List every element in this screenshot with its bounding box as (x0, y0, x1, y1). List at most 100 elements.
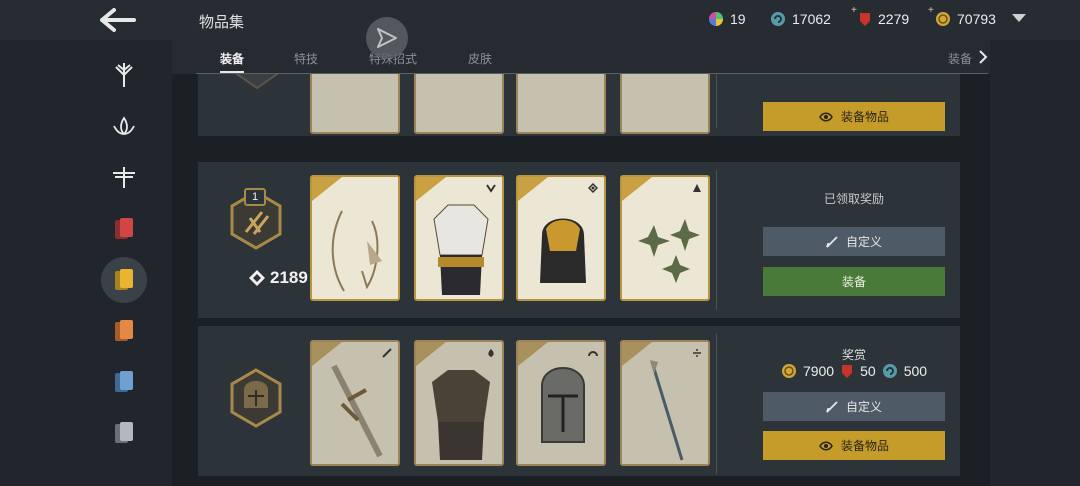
currency-spiral: 17062 (770, 11, 831, 27)
eye-icon (819, 112, 833, 121)
chevron-right-icon[interactable] (978, 50, 988, 64)
set-score: 2189 (248, 268, 308, 288)
greatsword-art-icon (331, 364, 383, 458)
item-card-plate-armor[interactable] (414, 340, 504, 466)
card-corner (518, 177, 548, 201)
collection-screen: 物品集 19 17062 + 2279 + 70793 装备 特技 特殊招式 皮… (0, 0, 1080, 486)
play-overlay-button[interactable] (366, 17, 408, 59)
cards-icon (115, 371, 133, 392)
spear-art-icon (650, 360, 684, 461)
item-card-greatsword[interactable] (310, 340, 400, 466)
reward-title: 奖赏 (841, 348, 866, 362)
equip-button[interactable]: 装备 (763, 267, 945, 296)
sidebar-item-knight[interactable] (96, 52, 152, 98)
lotus-emblem-icon (113, 116, 135, 136)
paper-plane-icon (377, 28, 397, 48)
item-card-armor[interactable] (414, 74, 504, 134)
shuriken-art-icon (638, 219, 700, 283)
tab-perks[interactable]: 特技 (294, 50, 318, 67)
gold-coin-icon (936, 12, 950, 26)
currency-value: 19 (730, 11, 746, 27)
row-divider (716, 334, 717, 474)
reward-value: 7900 (802, 363, 835, 379)
spiral-coin-icon (882, 364, 897, 378)
tab-skins[interactable]: 皮肤 (468, 50, 492, 67)
button-label: 自定义 (845, 235, 882, 249)
item-card-gi-armor[interactable] (414, 175, 504, 301)
plus-icon: + (928, 5, 934, 16)
row-divider (716, 170, 717, 310)
reward-value: 500 (903, 363, 928, 379)
page-title: 物品集 (199, 14, 245, 31)
sickle-art-icon (331, 210, 382, 292)
item-card-weapon[interactable] (310, 74, 400, 134)
customize-button[interactable]: 自定义 (763, 227, 945, 256)
color-wheel-icon (709, 12, 723, 26)
card-corner (312, 177, 342, 201)
reward-list: 7900 50 500 (763, 362, 945, 380)
button-label: 装备物品 (840, 439, 889, 453)
blade-icon (382, 348, 392, 358)
item-card-ranged[interactable] (620, 74, 710, 134)
button-label: 装备物品 (840, 110, 889, 124)
top-bar: 物品集 19 17062 + 2279 + 70793 (0, 0, 1080, 40)
collection-row: 奖赏 7900 50 500 自定义 装备物品 (198, 326, 960, 476)
collection-list[interactable]: 装备物品 1 2189 已领取奖励 自定义 装备 奖赏 7900 50 500 … (172, 74, 990, 486)
collection-row: 装备物品 (198, 74, 960, 136)
equip-item-button[interactable]: 装备物品 (763, 431, 945, 460)
sidebar-item-red-cards[interactable] (96, 206, 152, 252)
reward-claimed-text: 已领取奖励 (823, 192, 884, 206)
helmet-art-icon (540, 218, 586, 283)
back-button[interactable] (96, 4, 140, 36)
cards-icon (115, 269, 133, 290)
sidebar-item-dragonfly[interactable] (96, 154, 152, 200)
ruby-icon (860, 13, 870, 26)
button-label: 自定义 (845, 400, 882, 414)
item-card-gold-helmet[interactable] (516, 175, 606, 301)
equip-item-button[interactable]: 装备物品 (763, 102, 945, 131)
currency-colors: 19 (708, 11, 746, 27)
sidebar-item-grey-cards[interactable] (96, 410, 152, 456)
cards-icon (115, 422, 133, 443)
row-divider (716, 74, 717, 128)
ruby-icon (842, 365, 853, 378)
tab-equipment-more[interactable]: 装备 (948, 50, 972, 67)
plus-icon: + (851, 5, 857, 16)
spiral-coin-icon (771, 12, 785, 26)
sidebar-item-yellow-cards[interactable] (101, 257, 147, 303)
score-value: 2189 (270, 268, 308, 287)
cards-icon (115, 320, 133, 341)
item-card-shuriken[interactable] (620, 175, 710, 301)
currency-value: 2279 (878, 11, 910, 27)
currency-ruby[interactable]: + 2279 (851, 5, 910, 27)
eye-icon (819, 441, 833, 450)
item-card-chain-sickle[interactable] (310, 175, 400, 301)
sidebar-item-blue-cards[interactable] (96, 359, 152, 405)
cards-icon (115, 218, 133, 239)
sidebar-item-lotus[interactable] (96, 104, 152, 150)
sidebar-item-orange-cards[interactable] (96, 308, 152, 354)
item-card-spear[interactable] (620, 340, 710, 466)
card-corner (416, 177, 446, 201)
flame-icon (488, 349, 494, 357)
sidebar (96, 40, 156, 486)
currency-gold[interactable]: + 70793 (928, 5, 996, 27)
item-card-great-helm[interactable] (516, 340, 606, 466)
card-corner (622, 177, 652, 201)
tab-equipment[interactable]: 装备 (220, 50, 244, 67)
collection-row: 1 2189 已领取奖励 自定义 装备 (198, 162, 960, 318)
button-label: 装备 (841, 275, 866, 289)
diamond-icon (249, 270, 265, 286)
reward-value: 50 (860, 363, 876, 379)
great-helm-art-icon (541, 367, 585, 443)
knight-helm-badge-icon (230, 368, 282, 428)
pyramid-icon (693, 184, 701, 192)
item-card-helmet[interactable] (516, 74, 606, 134)
dropdown-toggle-icon[interactable] (1012, 14, 1026, 22)
plate-armor-art-icon (432, 370, 490, 460)
target-icon (588, 183, 598, 193)
category-tabs: 装备 特技 特殊招式 皮肤 装备 (172, 40, 990, 74)
currency-value: 17062 (792, 11, 831, 27)
gold-coin-icon (781, 364, 796, 378)
customize-button[interactable]: 自定义 (763, 392, 945, 421)
